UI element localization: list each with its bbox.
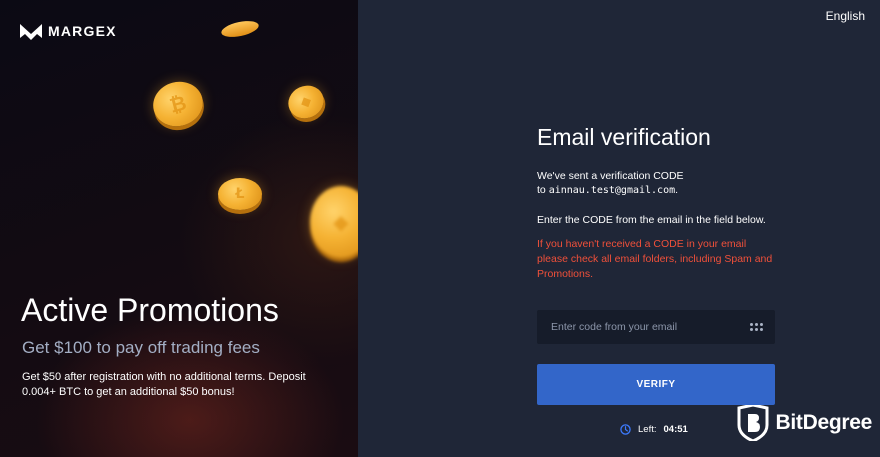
litecoin-icon: Ł <box>218 178 262 210</box>
promo-subtitle: Get $100 to pay off trading fees <box>22 338 260 357</box>
sent-message: We've sent a verification CODE to ainnau… <box>537 169 775 198</box>
bitcoin-icon: ₿ <box>148 76 208 132</box>
code-input[interactable] <box>551 321 750 333</box>
email-prefix: to <box>537 184 549 196</box>
instruction-text: Enter the CODE from the email in the fie… <box>537 214 766 226</box>
verify-button[interactable]: VERIFY <box>537 364 775 405</box>
promo-title: Active Promotions <box>21 292 279 328</box>
bitdegree-watermark: BitDegree <box>736 405 873 441</box>
sent-line: We've sent a verification CODE <box>537 170 684 182</box>
email-suffix: . <box>675 184 679 196</box>
language-selector[interactable]: English <box>826 9 865 23</box>
clock-icon <box>620 424 631 435</box>
timer-value: 04:51 <box>663 424 688 435</box>
brand-logo[interactable]: MARGEX <box>20 22 117 40</box>
page-title: Email verification <box>537 124 711 150</box>
email-address: ainnau.test@gmail.com <box>548 185 676 196</box>
verification-form: Email verification We've sent a verifica… <box>537 124 775 282</box>
bitdegree-shield-icon <box>737 405 768 441</box>
watermark-text: BitDegree <box>775 411 873 434</box>
coin-decoration: ◆ <box>282 79 330 125</box>
brand-name: MARGEX <box>48 23 117 39</box>
countdown-timer: Left: 04:51 <box>620 424 688 435</box>
email-line: to ainnau.test@gmail.com. <box>537 183 775 198</box>
timer-label: Left: <box>638 424 657 435</box>
verification-panel: English Email verification We've sent a … <box>358 0 880 457</box>
warning-text: If you haven't received a CODE in your e… <box>537 238 773 280</box>
promo-description: Get $50 after registration with no addit… <box>22 371 306 398</box>
coin-decoration: ◆ <box>310 186 358 258</box>
coin-decoration <box>219 18 261 40</box>
promo-panel: MARGEX ₿ ◆ Ł ◆ Active Promotions Get $10… <box>0 0 358 457</box>
code-field <box>537 310 775 344</box>
margex-logo-icon <box>20 24 42 40</box>
keypad-dots-icon[interactable] <box>750 323 763 331</box>
